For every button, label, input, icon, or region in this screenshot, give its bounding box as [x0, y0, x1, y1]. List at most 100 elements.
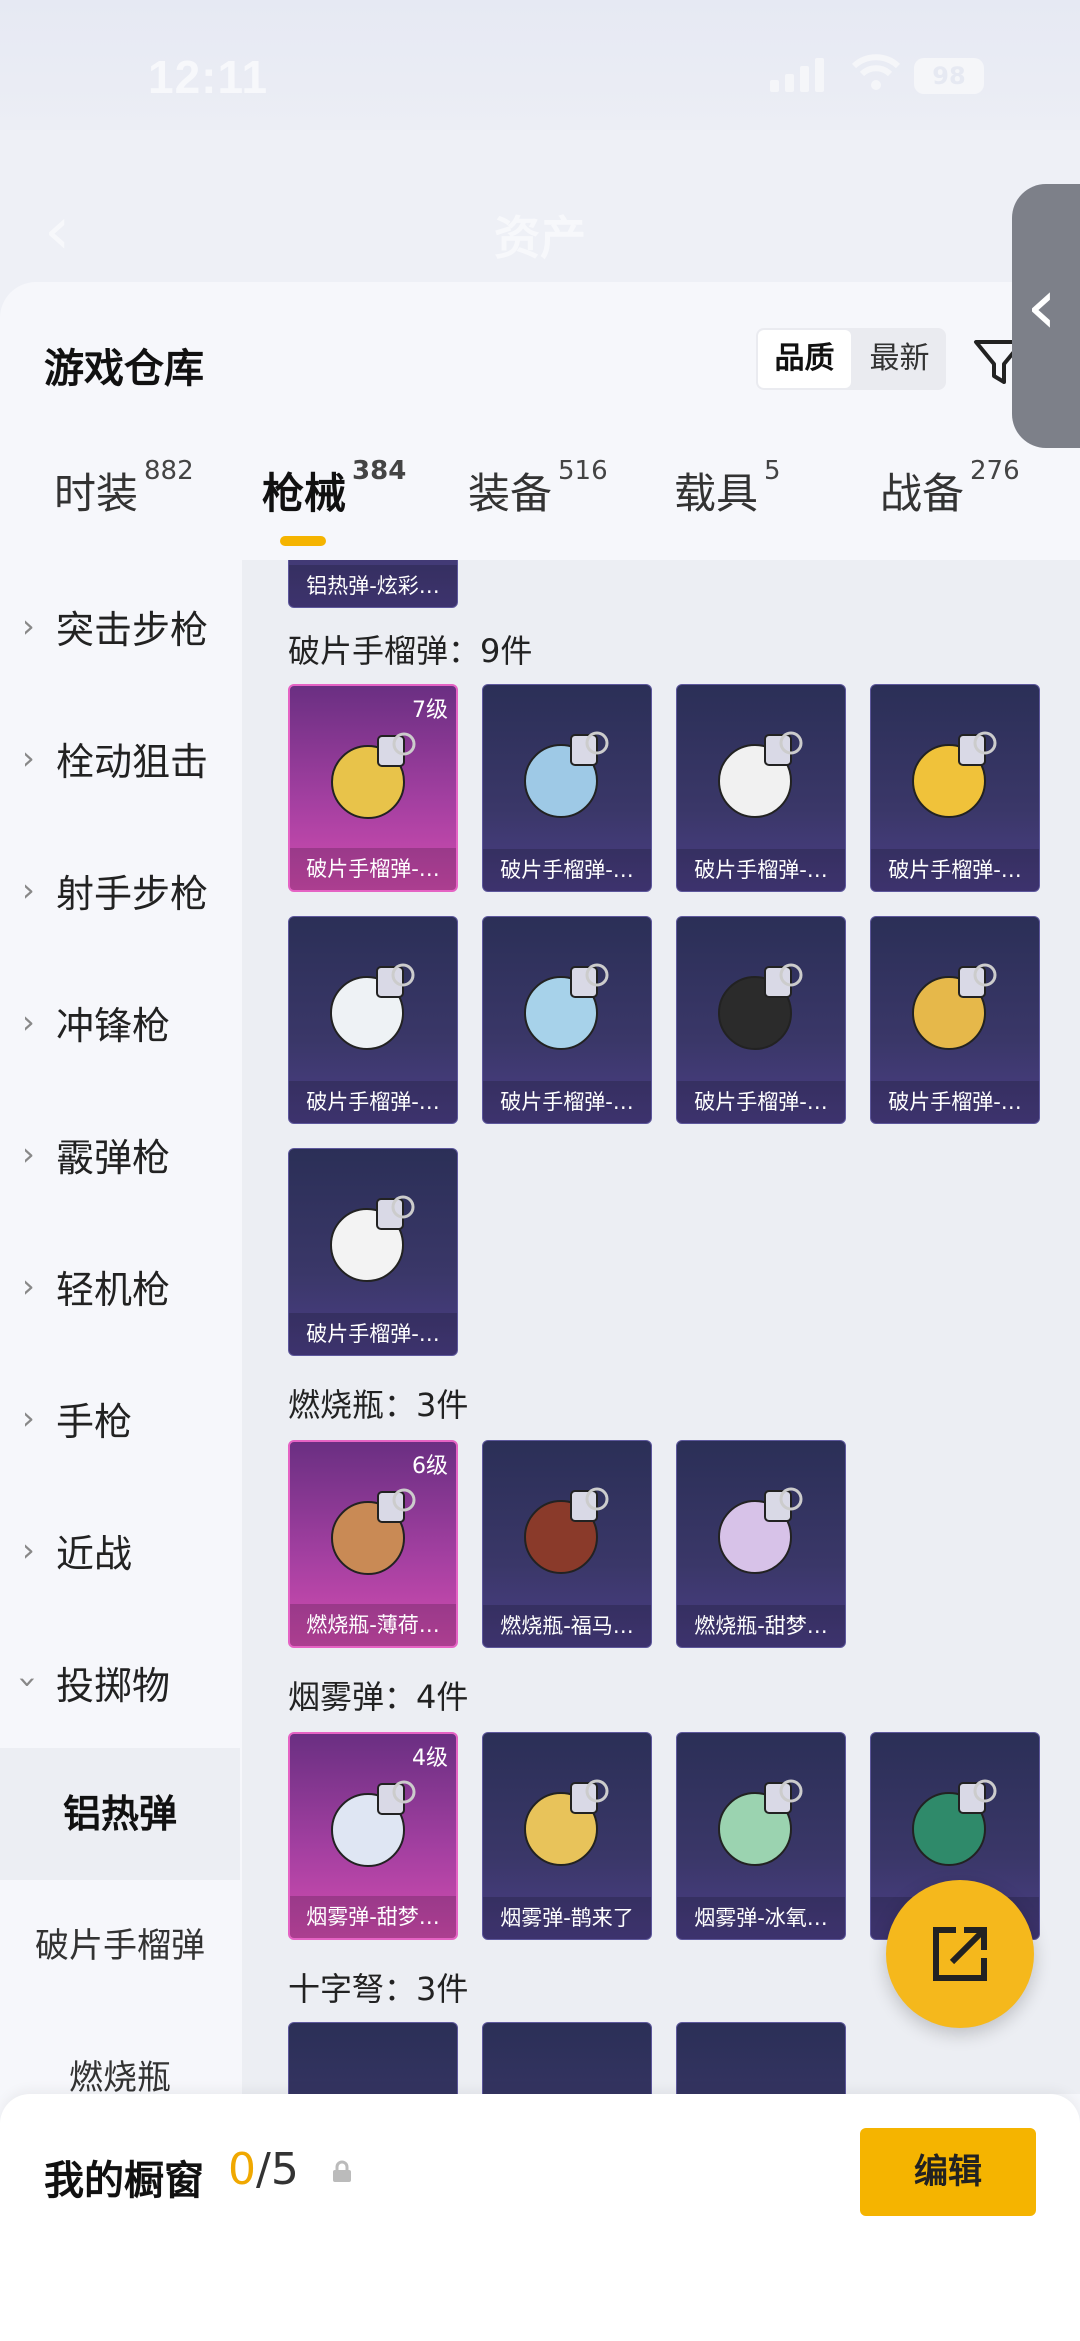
item-card[interactable]: [676, 2022, 846, 2094]
edit-button[interactable]: 编辑: [860, 2128, 1036, 2216]
item-icon: [718, 963, 803, 1050]
sort-toggle: 品质 最新: [756, 328, 946, 390]
section-title: 燃烧瓶：3件: [288, 1386, 469, 1424]
item-card[interactable]: 烟雾弹-冰氧…: [676, 1732, 846, 1940]
sheet-title: 游戏仓库: [44, 346, 204, 392]
section-title: 烟雾弹：4件: [288, 1678, 469, 1716]
share-button[interactable]: [886, 1880, 1034, 2028]
item-name: 破片手榴弹-…: [289, 1313, 457, 1355]
item-name: 烟雾弹-冰氧…: [677, 1897, 845, 1939]
item-icon: [524, 963, 609, 1050]
item-icon: [524, 1487, 609, 1574]
section-title: 十字弩：3件: [288, 1970, 469, 2008]
showcase-count: 0/5: [228, 2144, 299, 2195]
chevron-down-icon: ›: [9, 1675, 48, 1689]
item-icon: [524, 1779, 609, 1866]
item-card[interactable]: 破片手榴弹-…: [676, 916, 846, 1124]
item-icon: [331, 732, 416, 819]
tab-guns[interactable]: 枪械 384: [262, 456, 406, 521]
tab-supplies[interactable]: 战备 276: [880, 456, 1020, 521]
chevron-right-icon: ›: [22, 607, 35, 645]
item-card[interactable]: [482, 2022, 652, 2094]
item-card[interactable]: 铝热弹-炫彩…: [288, 560, 458, 608]
chevron-left-icon: ‹: [1026, 262, 1058, 352]
item-card[interactable]: 破片手榴弹-…: [870, 916, 1040, 1124]
item-name: 燃烧瓶-薄荷…: [290, 1604, 456, 1646]
item-icon: [912, 963, 997, 1050]
item-icon: [912, 731, 997, 818]
active-tab-indicator: [280, 536, 326, 546]
share-icon: [933, 1927, 987, 1981]
tab-fashion[interactable]: 时装 882: [54, 456, 194, 521]
item-card[interactable]: 燃烧瓶-甜梦…: [676, 1440, 846, 1648]
sort-quality-button[interactable]: 品质: [758, 330, 851, 388]
item-card[interactable]: 烟雾弹-鹊来了: [482, 1732, 652, 1940]
chevron-right-icon: ›: [22, 1003, 35, 1041]
lock-icon: [333, 2160, 351, 2182]
sidebar-item-assault-rifle[interactable]: › 突击步枪: [0, 560, 240, 692]
nav-title: 资产: [494, 211, 586, 265]
sidebar-item-throwables[interactable]: › 投掷物: [0, 1616, 240, 1748]
status-time: 12:11: [148, 51, 269, 103]
item-card[interactable]: 破片手榴弹-…: [482, 684, 652, 892]
item-card[interactable]: 燃烧瓶-福马…: [482, 1440, 652, 1648]
level-badge: 6级: [412, 1454, 448, 1479]
sidebar-sub-frag[interactable]: 破片手榴弹: [0, 1880, 240, 2012]
chevron-right-icon: ›: [22, 1135, 35, 1173]
item-card[interactable]: 破片手榴弹-…: [870, 684, 1040, 892]
item-name: 烟雾弹-甜梦…: [290, 1896, 456, 1938]
chevron-right-icon: ›: [22, 1267, 35, 1305]
sidebar-sub-thermite[interactable]: 铝热弹: [0, 1748, 240, 1880]
item-name: 破片手榴弹-…: [871, 1081, 1039, 1123]
tab-vehicles[interactable]: 载具 5: [674, 456, 781, 521]
item-name: 破片手榴弹-…: [483, 849, 651, 891]
item-icon: [330, 963, 415, 1050]
item-name: 烟雾弹-鹊来了: [483, 1897, 651, 1939]
item-icon: [718, 1779, 803, 1866]
item-icon: [912, 1779, 997, 1866]
tab-equipment[interactable]: 装备 516: [468, 456, 608, 521]
signal-icon: [770, 58, 824, 92]
collapse-handle[interactable]: ‹: [1012, 184, 1080, 448]
level-badge: 4级: [412, 1746, 448, 1771]
item-card[interactable]: 破片手榴弹-…: [288, 1148, 458, 1356]
sidebar-item-lmg[interactable]: › 轻机枪: [0, 1220, 240, 1352]
item-card[interactable]: 4级烟雾弹-甜梦…: [288, 1732, 458, 1940]
item-name: 破片手榴弹-…: [871, 849, 1039, 891]
item-name: 破片手榴弹-…: [290, 848, 456, 890]
item-icon: [718, 731, 803, 818]
item-name: 燃烧瓶-甜梦…: [677, 1605, 845, 1647]
item-icon: [331, 1488, 416, 1575]
item-icon: [524, 731, 609, 818]
item-card[interactable]: 破片手榴弹-…: [288, 916, 458, 1124]
battery-icon: 98: [914, 58, 984, 94]
item-card[interactable]: [288, 2022, 458, 2094]
sidebar-item-smg[interactable]: › 冲锋枪: [0, 956, 240, 1088]
sidebar-item-shotgun[interactable]: › 霰弹枪: [0, 1088, 240, 1220]
wifi-icon: [851, 54, 901, 90]
item-card[interactable]: 破片手榴弹-…: [676, 684, 846, 892]
section-title: 破片手榴弹：9件: [288, 632, 533, 670]
status-bar: 12:11 98: [0, 0, 1080, 130]
item-icon: [718, 1487, 803, 1574]
chevron-right-icon: ›: [22, 1399, 35, 1437]
item-name: 破片手榴弹-…: [483, 1081, 651, 1123]
sidebar-item-bolt-sniper[interactable]: › 栓动狙击: [0, 692, 240, 824]
item-grid: 铝热弹-炫彩… 破片手榴弹：9件 7级 破片手榴弹-… 破片手榴弹-… 破片手榴弹-……: [242, 560, 1080, 2094]
sidebar-item-marksman[interactable]: › 射手步枪: [0, 824, 240, 956]
showcase-bar: 我的橱窗 0/5 编辑: [0, 2094, 1080, 2341]
chevron-right-icon: ›: [22, 739, 35, 777]
sidebar-item-pistol[interactable]: › 手枪: [0, 1352, 240, 1484]
item-card[interactable]: 破片手榴弹-…: [482, 916, 652, 1124]
sidebar-item-melee[interactable]: › 近战: [0, 1484, 240, 1616]
item-icon: [331, 1780, 416, 1867]
item-icon: [330, 1195, 415, 1282]
level-badge: 7级: [412, 698, 448, 723]
item-card[interactable]: 6级燃烧瓶-薄荷…: [288, 1440, 458, 1648]
sort-newest-button[interactable]: 最新: [853, 328, 946, 390]
item-card[interactable]: 7级破片手榴弹-…: [288, 684, 458, 892]
chevron-right-icon: ›: [22, 1531, 35, 1569]
back-icon[interactable]: ‹: [44, 192, 70, 269]
item-name: 破片手榴弹-…: [677, 1081, 845, 1123]
top-nav: ‹ 资产: [0, 170, 1080, 290]
